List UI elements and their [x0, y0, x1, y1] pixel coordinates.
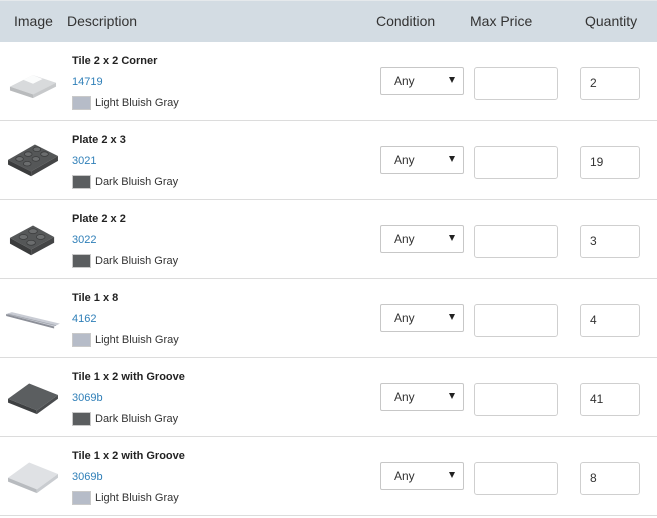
quantity-input[interactable]: 41	[580, 383, 640, 416]
table-row: Tile 1 x 8 4162 Light Bluish Gray Any 4	[0, 279, 657, 358]
item-name: Tile 1 x 2 with Groove	[72, 371, 185, 383]
quantity-input[interactable]: 4	[580, 304, 640, 337]
condition-value: Any	[394, 232, 415, 246]
item-color: Light Bluish Gray	[72, 333, 179, 347]
quantity-input[interactable]: 19	[580, 146, 640, 179]
item-color: Light Bluish Gray	[72, 491, 179, 505]
part-number-link[interactable]: 14719	[72, 76, 103, 88]
color-swatch	[72, 333, 91, 347]
condition-select[interactable]: Any	[380, 225, 464, 253]
item-name: Tile 2 x 2 Corner	[72, 55, 158, 67]
part-number-link[interactable]: 3022	[72, 234, 96, 246]
table-body: Tile 2 x 2 Corner 14719 Light Bluish Gra…	[0, 42, 657, 516]
color-label: Dark Bluish Gray	[95, 176, 179, 188]
caret-down-icon	[449, 156, 455, 162]
item-color: Dark Bluish Gray	[72, 175, 178, 189]
color-label: Light Bluish Gray	[95, 334, 179, 346]
color-label: Dark Bluish Gray	[95, 255, 179, 267]
want-list-table: Image Description Condition Max Price Qu…	[0, 0, 657, 516]
color-label: Dark Bluish Gray	[95, 413, 179, 425]
condition-select[interactable]: Any	[380, 383, 464, 411]
color-label: Light Bluish Gray	[95, 492, 179, 504]
color-swatch	[72, 96, 91, 110]
part-number-link[interactable]: 4162	[72, 313, 96, 325]
max-price-input[interactable]	[474, 67, 558, 100]
table-row: Tile 1 x 2 with Groove 3069b Light Bluis…	[0, 437, 657, 516]
table-row: Plate 2 x 2 3022 Dark Bluish Gray Any 3	[0, 200, 657, 279]
color-swatch	[72, 175, 91, 189]
item-name: Plate 2 x 2	[72, 213, 126, 225]
table-row: Tile 1 x 2 with Groove 3069b Dark Bluish…	[0, 358, 657, 437]
item-name: Tile 1 x 8	[72, 292, 119, 304]
header-image: Image	[14, 13, 53, 29]
item-color: Light Bluish Gray	[72, 96, 179, 110]
header-condition: Condition	[376, 13, 436, 29]
color-swatch	[72, 491, 91, 505]
max-price-input[interactable]	[474, 462, 558, 495]
color-swatch	[72, 254, 91, 268]
caret-down-icon	[449, 314, 455, 320]
quantity-input[interactable]: 8	[580, 462, 640, 495]
caret-down-icon	[449, 77, 455, 83]
table-row: Tile 2 x 2 Corner 14719 Light Bluish Gra…	[0, 42, 657, 121]
part-number-link[interactable]: 3069b	[72, 392, 103, 404]
color-swatch	[72, 412, 91, 426]
header-description: Description	[67, 13, 138, 29]
tile-1x2-icon	[4, 370, 62, 418]
condition-value: Any	[394, 469, 415, 483]
tile-1x2-icon	[4, 449, 62, 497]
condition-value: Any	[394, 311, 415, 325]
color-label: Light Bluish Gray	[95, 97, 179, 109]
tile-corner-icon	[4, 54, 62, 102]
max-price-input[interactable]	[474, 225, 558, 258]
tile-1x8-icon	[4, 291, 62, 339]
condition-value: Any	[394, 153, 415, 167]
plate-2x2-icon	[4, 212, 62, 260]
header-quantity: Quantity	[585, 13, 638, 29]
quantity-input[interactable]: 3	[580, 225, 640, 258]
table-header: Image Description Condition Max Price Qu…	[0, 0, 657, 42]
item-color: Dark Bluish Gray	[72, 412, 178, 426]
header-max-price: Max Price	[470, 13, 533, 29]
item-color: Dark Bluish Gray	[72, 254, 178, 268]
max-price-input[interactable]	[474, 304, 558, 337]
caret-down-icon	[449, 472, 455, 478]
condition-value: Any	[394, 74, 415, 88]
max-price-input[interactable]	[474, 146, 558, 179]
caret-down-icon	[449, 235, 455, 241]
condition-select[interactable]: Any	[380, 304, 464, 332]
item-name: Plate 2 x 3	[72, 134, 126, 146]
part-number-link[interactable]: 3069b	[72, 471, 103, 483]
quantity-input[interactable]: 2	[580, 67, 640, 100]
table-row: Plate 2 x 3 3021 Dark Bluish Gray Any 19	[0, 121, 657, 200]
item-name: Tile 1 x 2 with Groove	[72, 450, 185, 462]
condition-select[interactable]: Any	[380, 67, 464, 95]
caret-down-icon	[449, 393, 455, 399]
condition-value: Any	[394, 390, 415, 404]
part-number-link[interactable]: 3021	[72, 155, 96, 167]
plate-2x3-icon	[4, 133, 62, 181]
max-price-input[interactable]	[474, 383, 558, 416]
condition-select[interactable]: Any	[380, 146, 464, 174]
condition-select[interactable]: Any	[380, 462, 464, 490]
